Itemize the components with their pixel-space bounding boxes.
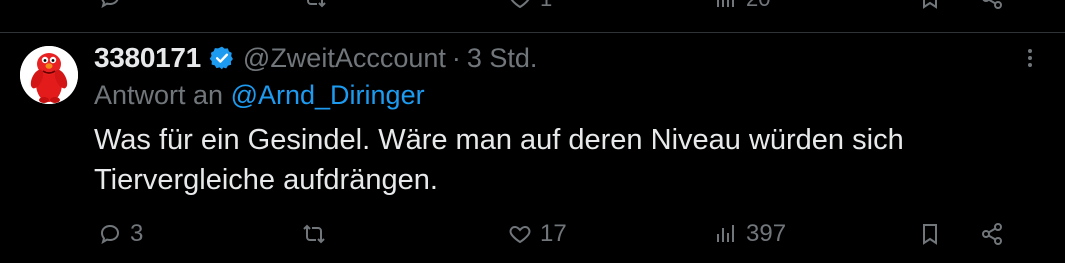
bookmark-icon (923, 224, 937, 245)
tweet-text: Was für ein Gesindel. Wäre man auf deren… (94, 124, 904, 196)
reply-context: Antwort an @Arnd_Diringer (94, 80, 425, 111)
previous-like-count: 1 (540, 0, 552, 12)
views-count: 397 (746, 220, 787, 247)
previous-retweet-button[interactable] (303, 0, 327, 10)
share-button[interactable] (980, 214, 1004, 254)
like-icon (509, 225, 531, 244)
reply-count: 3 (130, 220, 144, 247)
verified-icon (209, 46, 233, 70)
avatar[interactable] (20, 46, 78, 104)
avatar-image (20, 46, 78, 104)
like-button[interactable]: 17 (508, 214, 567, 254)
user-handle[interactable]: @ZweitAcccount (243, 43, 446, 74)
display-name[interactable]: 3380171 (94, 42, 201, 74)
retweet-icon (307, 0, 326, 8)
reply-mention-link[interactable]: @Arnd_Diringer (231, 80, 425, 110)
views-button[interactable]: 397 (714, 214, 786, 254)
share-icon (982, 0, 1002, 9)
more-icon (1028, 49, 1032, 67)
previous-tweet-action-bar: 1 20 (0, 0, 1065, 32)
bookmark-icon (923, 0, 937, 9)
bookmark-button[interactable] (918, 214, 942, 254)
like-count: 17 (540, 220, 567, 247)
views-icon (717, 225, 734, 242)
retweet-icon (303, 224, 325, 244)
previous-views-button[interactable]: 20 (714, 0, 770, 12)
retweet-button[interactable] (302, 214, 334, 254)
tweet-header: 3380171 @ZweitAcccount · 3 Std. (94, 40, 537, 76)
more-options-button[interactable] (1018, 46, 1042, 70)
previous-share-button[interactable] (980, 0, 1004, 10)
separator-dot: · (451, 42, 461, 73)
reply-prefix: Antwort an (94, 80, 224, 110)
views-icon (717, 0, 734, 7)
tweet-action-bar: 3 17 397 (94, 214, 1034, 254)
share-icon (982, 223, 1002, 245)
reply-icon (100, 224, 120, 245)
previous-reply-button[interactable] (98, 0, 122, 10)
tweet-divider (0, 32, 1065, 33)
previous-like-button[interactable]: 1 (508, 0, 552, 12)
reply-button[interactable]: 3 (98, 214, 143, 254)
timestamp[interactable]: 3 Std. (467, 43, 538, 74)
previous-bookmark-button[interactable] (918, 0, 942, 10)
previous-views-count: 20 (746, 0, 770, 12)
like-icon (510, 0, 530, 9)
reply-icon (101, 0, 119, 9)
